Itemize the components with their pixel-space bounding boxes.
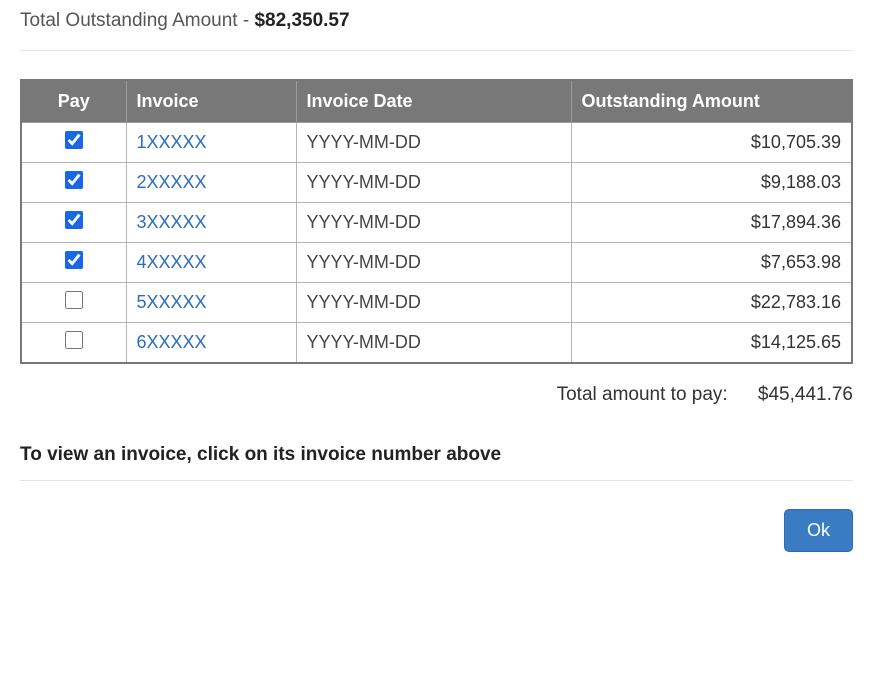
pay-cell [21, 283, 126, 323]
amount-cell: $9,188.03 [571, 163, 852, 203]
th-pay: Pay [21, 80, 126, 123]
pay-checkbox[interactable] [65, 131, 83, 149]
divider [20, 50, 853, 51]
help-text: To view an invoice, click on its invoice… [20, 444, 853, 466]
date-cell: YYYY-MM-DD [296, 123, 571, 163]
invoice-link[interactable]: 6XXXXX [137, 332, 207, 352]
pay-checkbox[interactable] [65, 171, 83, 189]
total-to-pay: Total amount to pay: $45,441.76 [20, 384, 853, 406]
pay-cell [21, 123, 126, 163]
invoice-link[interactable]: 1XXXXX [137, 132, 207, 152]
pay-cell [21, 203, 126, 243]
table-row: 5XXXXX YYYY-MM-DD$22,783.16 [21, 283, 852, 323]
table-row: 6XXXXX YYYY-MM-DD$14,125.65 [21, 323, 852, 364]
amount-cell: $17,894.36 [571, 203, 852, 243]
pay-checkbox[interactable] [65, 291, 83, 309]
table-row: 1XXXXX YYYY-MM-DD$10,705.39 [21, 123, 852, 163]
outstanding-summary: Total Outstanding Amount - $82,350.57 [20, 10, 853, 32]
amount-cell: $10,705.39 [571, 123, 852, 163]
total-amount: $45,441.76 [743, 384, 853, 406]
invoice-cell: 2XXXXX [126, 163, 296, 203]
invoice-table: Pay Invoice Invoice Date Outstanding Amo… [20, 79, 853, 364]
th-outstanding: Outstanding Amount [571, 80, 852, 123]
outstanding-amount: $82,350.57 [254, 10, 349, 31]
amount-cell: $14,125.65 [571, 323, 852, 364]
divider-bottom [20, 480, 853, 481]
invoice-cell: 3XXXXX [126, 203, 296, 243]
actions: Ok [20, 509, 853, 552]
invoice-cell: 6XXXXX [126, 323, 296, 364]
amount-cell: $7,653.98 [571, 243, 852, 283]
th-date: Invoice Date [296, 80, 571, 123]
table-row: 3XXXXX YYYY-MM-DD$17,894.36 [21, 203, 852, 243]
invoice-cell: 4XXXXX [126, 243, 296, 283]
pay-cell [21, 243, 126, 283]
th-invoice: Invoice [126, 80, 296, 123]
ok-button[interactable]: Ok [784, 509, 853, 552]
date-cell: YYYY-MM-DD [296, 203, 571, 243]
table-row: 2XXXXX YYYY-MM-DD$9,188.03 [21, 163, 852, 203]
invoice-cell: 5XXXXX [126, 283, 296, 323]
invoice-link[interactable]: 2XXXXX [137, 172, 207, 192]
pay-checkbox[interactable] [65, 211, 83, 229]
invoice-link[interactable]: 4XXXXX [137, 252, 207, 272]
invoice-cell: 1XXXXX [126, 123, 296, 163]
date-cell: YYYY-MM-DD [296, 243, 571, 283]
pay-cell [21, 323, 126, 364]
date-cell: YYYY-MM-DD [296, 323, 571, 364]
invoice-link[interactable]: 5XXXXX [137, 292, 207, 312]
amount-cell: $22,783.16 [571, 283, 852, 323]
invoice-link[interactable]: 3XXXXX [137, 212, 207, 232]
total-label: Total amount to pay: [557, 384, 728, 405]
date-cell: YYYY-MM-DD [296, 283, 571, 323]
table-row: 4XXXXX YYYY-MM-DD$7,653.98 [21, 243, 852, 283]
pay-checkbox[interactable] [65, 251, 83, 269]
date-cell: YYYY-MM-DD [296, 163, 571, 203]
pay-cell [21, 163, 126, 203]
outstanding-label: Total Outstanding Amount - [20, 10, 254, 31]
pay-checkbox[interactable] [65, 331, 83, 349]
